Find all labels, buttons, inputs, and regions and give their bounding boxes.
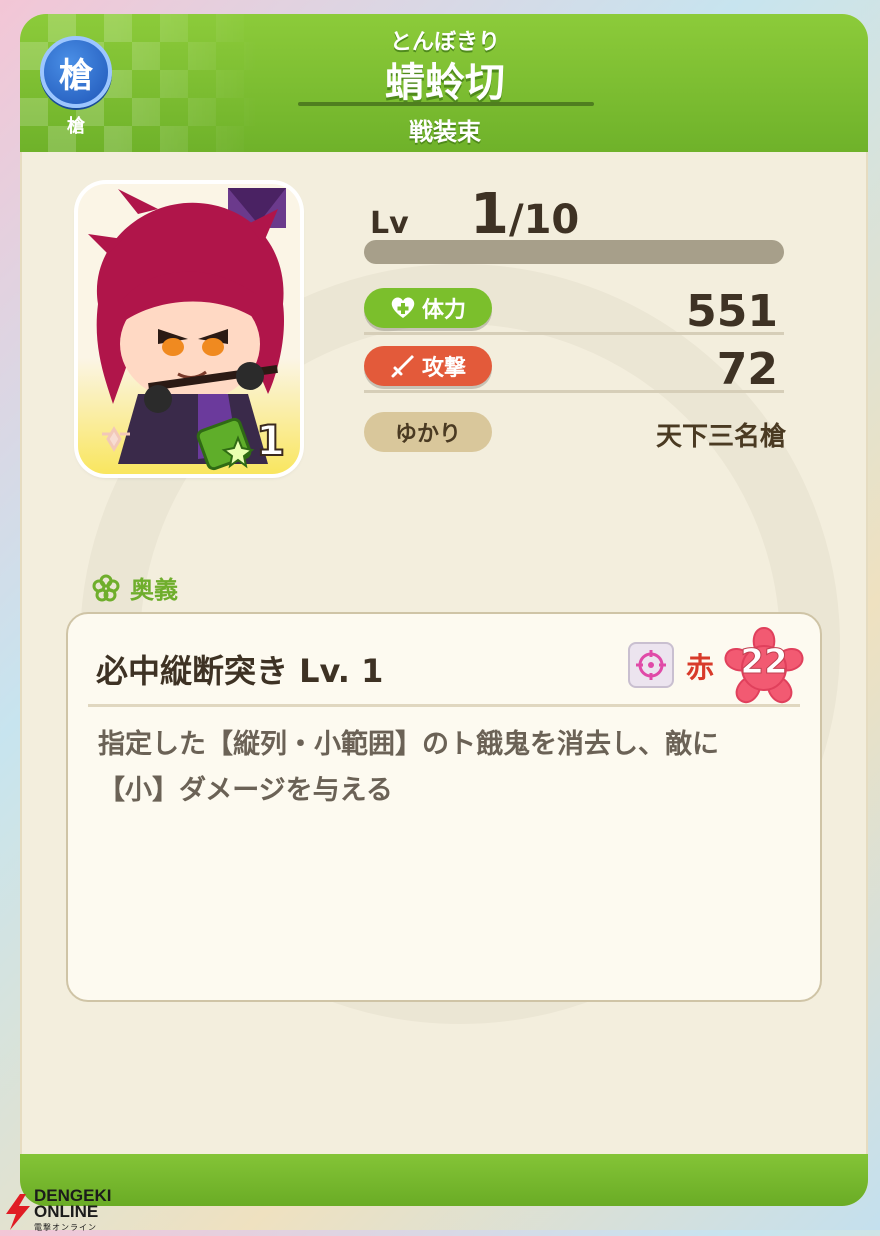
character-name: 蜻蛉切 xyxy=(385,60,505,106)
character-detail-card: 槍 槍 とんぼきり 蜻蛉切 戦装束 1 Lv 1/10 体力 551 攻撃 72… xyxy=(20,14,868,1206)
dengeki-online-logo: DENGEKI ONLINE 電撃オンライン xyxy=(4,1187,111,1236)
attack-label-pill: 攻撃 xyxy=(364,346,492,386)
skill-description-line-2: 【小】ダメージを与える xyxy=(98,775,393,806)
footer-bar xyxy=(20,1154,868,1206)
attack-value: 72 xyxy=(716,344,778,395)
sword-icon xyxy=(391,355,414,378)
header-bar: 槍 槍 とんぼきり 蜻蛉切 戦装束 xyxy=(20,14,868,152)
weapon-type-caption: 槍 xyxy=(67,116,85,137)
scroll-item-icon xyxy=(196,417,255,471)
character-portrait[interactable]: 1 xyxy=(78,184,300,474)
yukari-label: ゆかり xyxy=(394,422,461,447)
special-move-label: 奥義 xyxy=(130,576,178,604)
rarity-number: 1 xyxy=(255,415,286,466)
lightning-bolt-icon xyxy=(6,1194,30,1230)
spear-type-badge-icon: 槍 xyxy=(40,36,112,108)
heart-plus-icon xyxy=(391,297,415,318)
hp-label: 体力 xyxy=(421,298,466,323)
header-divider xyxy=(298,102,594,106)
level-label: Lv xyxy=(370,206,409,241)
hp-divider xyxy=(364,332,784,335)
skill-description-line-1: 指定した【縦列・小範囲】のト餓鬼を消去し、敵に xyxy=(98,729,719,760)
dengeki-logo-text: DENGEKI ONLINE 電撃オンライン xyxy=(34,1187,111,1236)
yukari-label-pill: ゆかり xyxy=(364,412,492,452)
skill-description: 指定した【縦列・小範囲】のト餓鬼を消去し、敵に 【小】ダメージを与える xyxy=(98,722,798,814)
attack-label: 攻撃 xyxy=(421,356,466,381)
level-max: /10 xyxy=(508,197,580,243)
costume-label: 戦装束 xyxy=(409,118,481,146)
hp-label-pill: 体力 xyxy=(364,288,492,328)
yukari-value: 天下三名槍 xyxy=(655,422,786,452)
experience-bar xyxy=(364,240,784,264)
attack-divider xyxy=(364,390,784,393)
target-icon xyxy=(628,642,674,688)
skill-title: 必中縦断突き Lv. 1 xyxy=(96,652,384,690)
flower-icon xyxy=(92,574,120,601)
level-current: 1 xyxy=(470,182,509,247)
logo-line-3: 電撃オンライン xyxy=(34,1223,97,1232)
skill-divider xyxy=(88,704,800,707)
hp-value: 551 xyxy=(686,286,778,337)
skill-color-label: 赤 xyxy=(686,651,715,684)
logo-line-2: ONLINE xyxy=(34,1202,99,1221)
skill-cost-value: 22 xyxy=(740,642,788,683)
level-value: 1/10 xyxy=(470,182,579,247)
skill-panel: 必中縦断突き Lv. 1 赤 22 指定した【縦列・小範囲】のト餓鬼を消去し、敵… xyxy=(66,612,822,1002)
special-move-section-label: 奥義 xyxy=(92,570,178,605)
